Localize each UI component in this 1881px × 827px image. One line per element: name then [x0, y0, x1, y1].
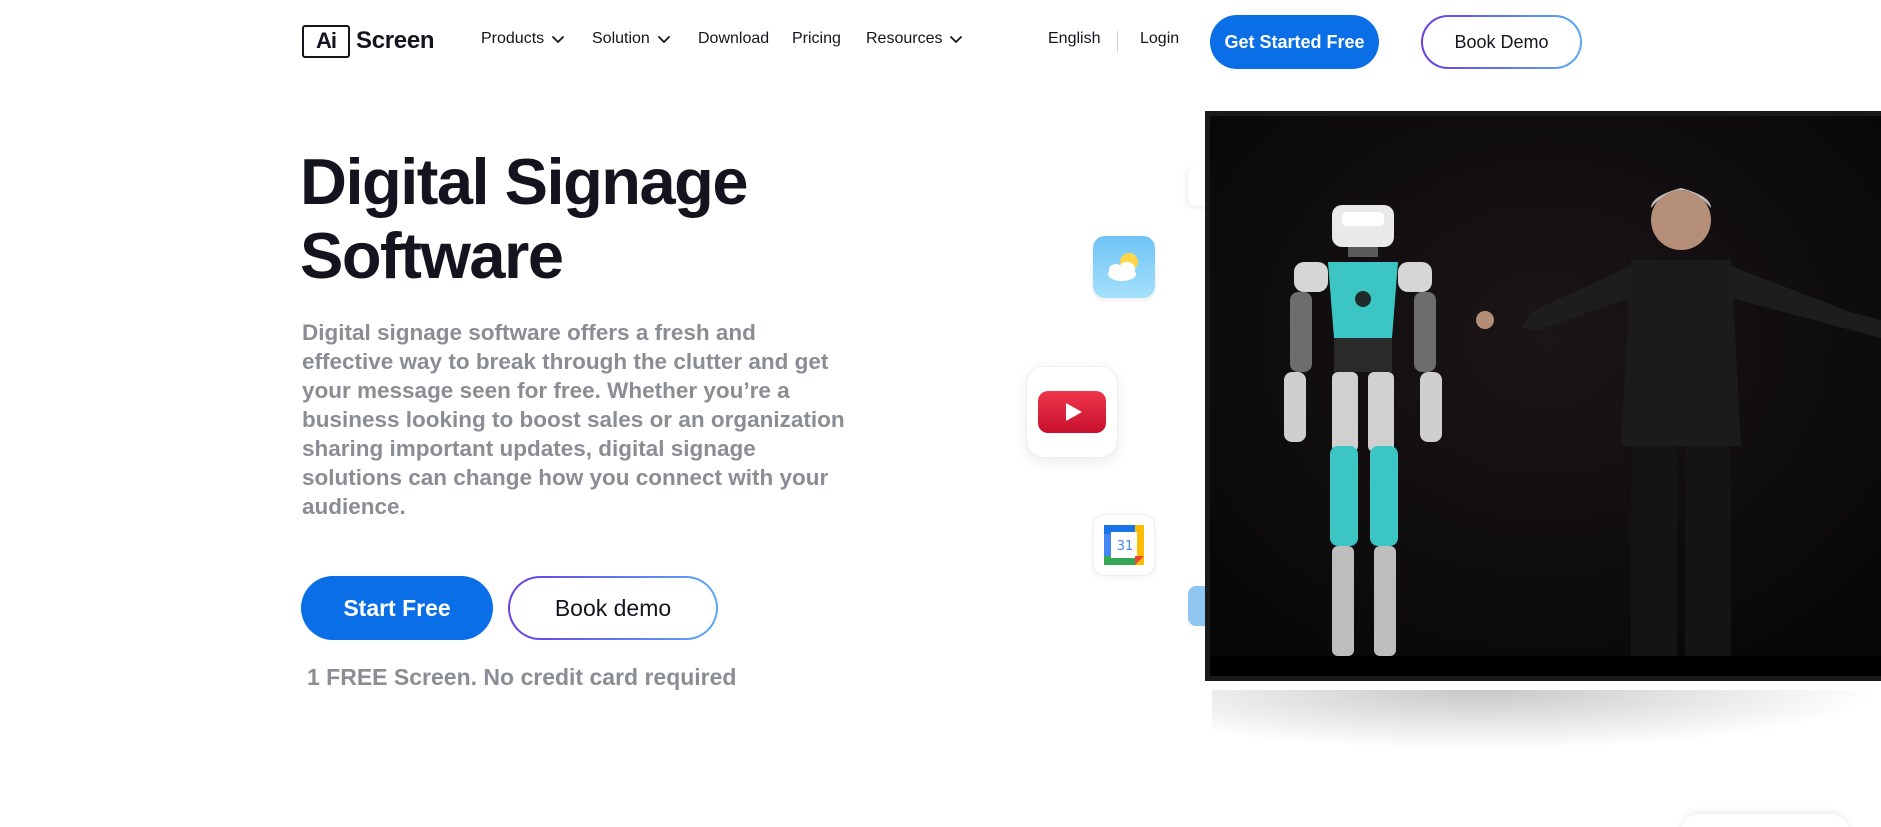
chevron-down-icon	[657, 36, 670, 43]
chevron-down-icon	[950, 36, 963, 43]
logo-text: Screen	[356, 27, 435, 54]
nav-products-label: Products	[481, 30, 545, 47]
nav-download-label: Download	[698, 30, 770, 47]
book-demo-header-button[interactable]: Book Demo	[1421, 15, 1582, 69]
language-label: English	[1048, 30, 1101, 47]
screen-shadow	[1212, 690, 1881, 750]
nav-solution[interactable]: Solution	[592, 30, 672, 48]
start-free-button[interactable]: Start Free	[301, 576, 493, 640]
free-screen-note: 1 FREE Screen. No credit card required	[307, 664, 737, 690]
nav-download[interactable]: Download	[698, 30, 769, 48]
video-frame-image	[1210, 116, 1881, 676]
calendar-icon: 31	[1093, 514, 1155, 576]
hero-title-line1: Digital Signage	[300, 145, 749, 218]
book-demo-button[interactable]: Book demo	[508, 576, 718, 640]
logo[interactable]: Ai Screen	[302, 24, 435, 58]
logo-mark: Ai	[302, 24, 350, 58]
nav-solution-label: Solution	[592, 30, 650, 47]
nav-pricing[interactable]: Pricing	[792, 30, 841, 48]
partial-app-icon	[1188, 586, 1206, 626]
calendar-day: 31	[1116, 538, 1134, 554]
nav-pricing-label: Pricing	[792, 30, 841, 47]
hero-description: Digital signage software offers a fresh …	[302, 320, 845, 519]
weather-icon	[1093, 236, 1155, 298]
nav-products[interactable]: Products	[481, 30, 566, 48]
hero-title: Digital Signage Software	[300, 145, 860, 293]
youtube-icon	[1026, 366, 1118, 458]
nav-resources[interactable]: Resources	[866, 30, 964, 48]
partial-app-icon	[1188, 166, 1206, 206]
book-demo-label: Book demo	[510, 578, 716, 638]
get-started-free-button[interactable]: Get Started Free	[1210, 15, 1379, 69]
login-label: Login	[1140, 30, 1180, 47]
nav-resources-label: Resources	[866, 30, 943, 47]
book-demo-header-label: Book Demo	[1423, 17, 1580, 67]
login-link[interactable]: Login	[1140, 30, 1179, 48]
chevron-down-icon	[552, 36, 565, 43]
floating-card	[1680, 814, 1850, 827]
language-selector[interactable]: English	[1048, 30, 1100, 48]
hero-title-line2: Software	[300, 219, 564, 292]
signage-display-video[interactable]	[1205, 111, 1881, 681]
nav-divider	[1117, 31, 1118, 52]
